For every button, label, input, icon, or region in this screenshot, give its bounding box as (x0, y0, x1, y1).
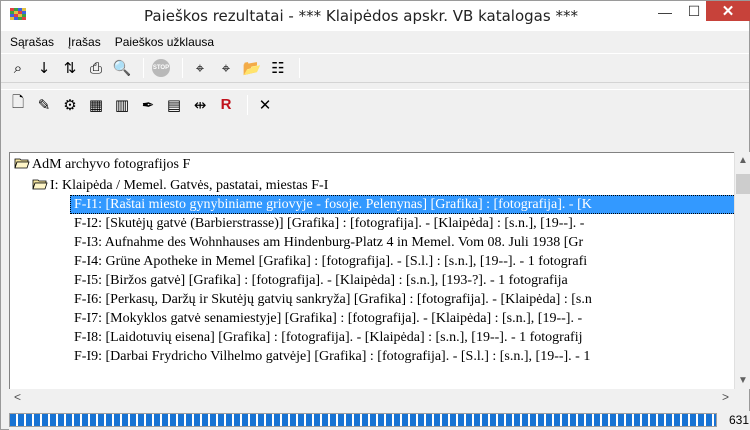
menu-irasas[interactable]: Įrašas (68, 32, 101, 52)
new-document-icon[interactable]: 🗋 (7, 93, 29, 116)
card-icon[interactable]: ▤ (163, 94, 185, 116)
progress-bar (9, 413, 717, 427)
tools-icon[interactable]: ⚙ (59, 94, 81, 116)
folder-open-icon (14, 158, 30, 169)
result-count: 631 (728, 413, 749, 427)
edit-record-icon[interactable]: ✎ (33, 94, 55, 116)
scroll-left-icon[interactable]: < (9, 389, 26, 406)
search-records-icon[interactable]: ⌖ (189, 57, 211, 79)
window-title: Paieškos rezultatai - *** Klaipėdos apsk… (144, 7, 578, 25)
maximize-button[interactable]: ☐ (680, 1, 708, 22)
tree-item-selected[interactable]: F-I1: [Raštai miesto gynybiniame griovyj… (70, 195, 750, 214)
status-bar: 631 (9, 411, 750, 430)
calculator-icon[interactable]: ▦ (85, 94, 107, 116)
marc-record-icon[interactable]: R (215, 94, 237, 116)
binoculars-icon[interactable]: ⌕ (7, 57, 29, 79)
tree-item[interactable]: F-I7: [Mokyklos gatvė senamiestyje] [Gra… (74, 309, 582, 328)
minimize-button[interactable]: — (651, 1, 679, 22)
main-toolbar: ⌕ ↓ ⇅ ⎙ 🔍 STOP ⌖ ⌖ 📂 ☷ (1, 53, 749, 83)
vertical-scroll-thumb[interactable] (736, 174, 750, 194)
tree-item[interactable]: F-I9: [Darbai Frydricho Vilhelmo gatvėje… (74, 347, 590, 366)
toolbar-separator (182, 58, 183, 78)
folder-open-icon (32, 179, 48, 190)
app-window: Paieškos rezultatai - *** Klaipėdos apsk… (0, 0, 750, 430)
close-button[interactable]: ✕ (706, 1, 750, 21)
tree-item[interactable]: F-I2: [Skutėjų gatvė (Barbierstrasse)] [… (74, 214, 584, 233)
sort-numeric-icon[interactable]: ⇅ (59, 57, 81, 79)
toolbar-separator (247, 94, 248, 115)
tree-group[interactable]: I: Klaipėda / Memel. Gatvės, pastatai, m… (32, 176, 328, 195)
scroll-up-icon[interactable]: ▲ (735, 152, 750, 169)
toolbar-separator (143, 58, 144, 78)
menu-paieskos-uzklausa[interactable]: Paieškos užklausa (115, 32, 214, 52)
tree-root[interactable]: AdM archyvo fotografijos F (14, 155, 190, 174)
search-next-icon[interactable]: ⌖ (215, 57, 237, 79)
delete-icon[interactable]: ✕ (254, 94, 276, 116)
open-folder-icon[interactable]: 📂 (241, 57, 263, 79)
stop-icon: STOP (152, 59, 170, 77)
tree-group-label: I: Klaipėda / Memel. Gatvės, pastatai, m… (50, 178, 329, 193)
scroll-right-icon[interactable]: > (717, 389, 734, 406)
tree-item[interactable]: F-I8: [Laidotuvių eisena] [Grafika] : [f… (74, 328, 582, 347)
barcode-icon[interactable]: ▥ (111, 94, 133, 116)
pen-icon[interactable]: ✒ (137, 94, 159, 116)
print-icon[interactable]: ⎙ (85, 57, 107, 79)
horizontal-scrollbar[interactable]: < > (9, 389, 734, 406)
tree-item[interactable]: F-I6: [Perkasų, Daržų ir Skutėjų gatvių … (74, 290, 592, 309)
print-preview-icon[interactable]: 🔍 (111, 57, 133, 79)
vertical-scrollbar[interactable]: ▲ ▼ (734, 152, 750, 389)
results-tree[interactable]: AdM archyvo fotografijos F I: Klaipėda /… (9, 152, 750, 389)
toolbar-separator (299, 58, 300, 78)
sort-az-icon[interactable]: ↓ (33, 57, 55, 79)
menu-bar: Sąrašas Įrašas Paieškos užklausa (1, 32, 749, 52)
record-toolbar: 🗋 ✎ ⚙ ▦ ▥ ✒ ▤ ⇹ R ✕ (1, 89, 749, 119)
stop-button[interactable]: STOP (150, 57, 172, 79)
scroll-down-icon[interactable]: ▼ (735, 372, 750, 389)
tree-item[interactable]: F-I4: Grüne Apotheke in Memel [Grafika] … (74, 252, 587, 271)
tree-item[interactable]: F-I5: [Biržos gatvė] [Grafika] : [fotogr… (74, 271, 568, 290)
tree-root-label: AdM archyvo fotografijos F (32, 157, 191, 172)
tree-item[interactable]: F-I3: Aufnahme des Wohnhauses am Hindenb… (74, 233, 583, 252)
app-icon[interactable] (10, 8, 26, 22)
compare-icon[interactable]: ⇹ (189, 94, 211, 116)
tree-view-icon[interactable]: ☷ (267, 57, 289, 79)
menu-sarasas[interactable]: Sąrašas (10, 32, 54, 52)
title-bar[interactable]: Paieškos rezultatai - *** Klaipėdos apsk… (1, 1, 750, 31)
